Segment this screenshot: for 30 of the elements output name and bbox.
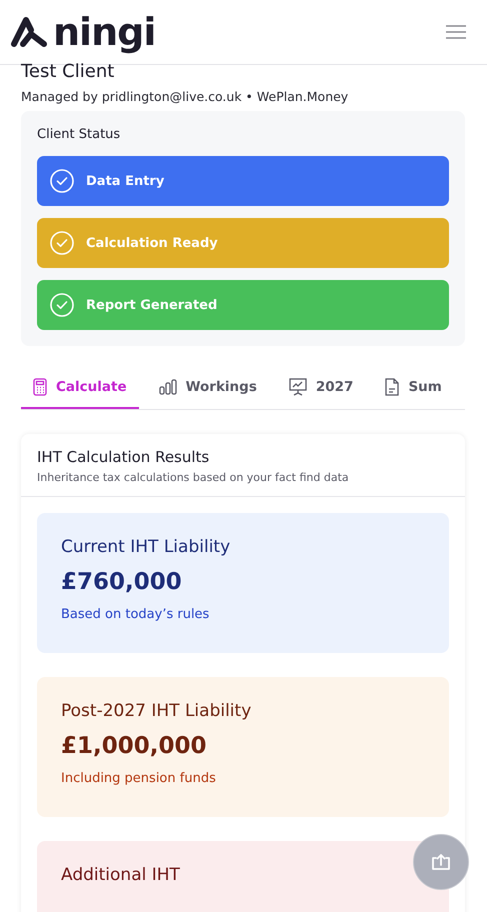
results-subtitle: Inheritance tax calculations based on your fact find data bbox=[37, 471, 350, 484]
tab[interactable]: Sum bbox=[373, 368, 454, 409]
document-icon bbox=[385, 378, 400, 396]
card-note: Based on today’s rules bbox=[61, 607, 210, 622]
check-icon bbox=[50, 169, 74, 193]
logo-wordmark: ningi bbox=[53, 13, 156, 51]
client-name: Test Client bbox=[21, 62, 116, 82]
logo-icon bbox=[9, 14, 49, 50]
bar-chart-icon bbox=[158, 379, 177, 395]
presentation-chart-icon bbox=[288, 378, 307, 396]
card-amount: £1,000,000 bbox=[61, 733, 208, 759]
status-title: Client Status bbox=[37, 127, 122, 142]
check-icon bbox=[50, 293, 74, 317]
calculator-icon bbox=[33, 378, 47, 396]
share-icon bbox=[430, 853, 452, 871]
status-item: Data Entry bbox=[37, 156, 449, 206]
tab[interactable]: Calculate bbox=[21, 368, 139, 409]
menu-icon[interactable] bbox=[446, 25, 466, 39]
card-title: Additional IHT bbox=[61, 865, 181, 885]
card-note: Including pension funds bbox=[61, 771, 217, 786]
card-title: Post-2027 IHT Liability bbox=[61, 701, 252, 721]
card-amount: £760,000 bbox=[61, 569, 183, 595]
status-item: Report Generated bbox=[37, 280, 449, 330]
managed-by-text: Managed by pridlington@live.co.uk • WePlan.Money bbox=[21, 89, 350, 104]
tab[interactable]: 2027 bbox=[276, 368, 366, 409]
status-item: Calculation Ready bbox=[37, 218, 449, 268]
card-title: Current IHT Liability bbox=[61, 537, 232, 557]
results-title: IHT Calculation Results bbox=[37, 448, 210, 466]
check-icon bbox=[50, 231, 74, 255]
tab[interactable]: Workings bbox=[146, 368, 269, 409]
